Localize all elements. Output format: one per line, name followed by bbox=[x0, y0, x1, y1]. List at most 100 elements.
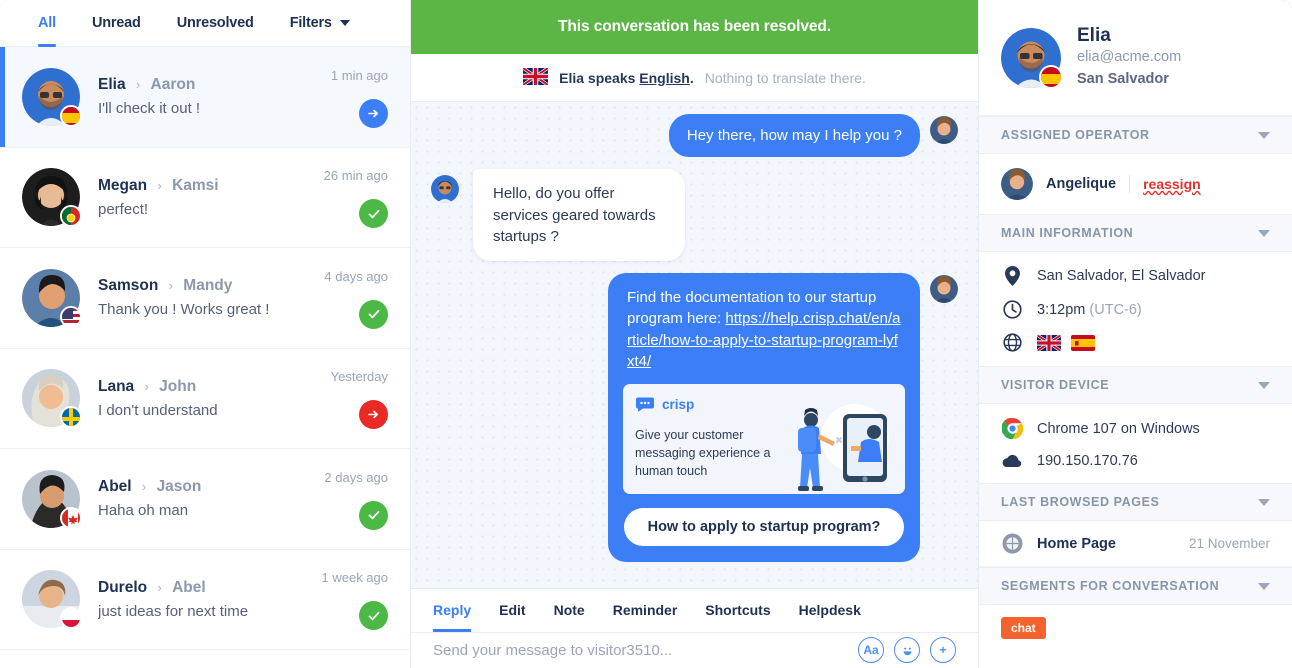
section-last-browsed-pages-title: LAST BROWSED PAGES bbox=[1001, 495, 1160, 509]
message-text: Find the documentation to our startup pr… bbox=[623, 287, 905, 372]
section-main-information[interactable]: MAIN INFORMATION bbox=[979, 214, 1292, 252]
tab-reply[interactable]: Reply bbox=[433, 588, 472, 633]
conversation-from: Durelo bbox=[98, 578, 148, 596]
conversation-time: 1 week ago bbox=[321, 570, 389, 586]
conversation-item[interactable]: Abel › Jason Haha oh man 2 days ago bbox=[0, 449, 410, 550]
link-preview-card[interactable]: crisp Give your customer messaging exper… bbox=[623, 384, 905, 495]
conversation-item[interactable]: Durelo › Abel just ideas for next time 1… bbox=[0, 549, 410, 650]
visitor-email: elia@acme.com bbox=[1077, 49, 1182, 66]
avatar bbox=[22, 369, 82, 429]
conversation-text: Megan › Kamsi perfect! bbox=[98, 177, 324, 218]
message-row-outgoing-card: Find the documentation to our startup pr… bbox=[431, 273, 958, 563]
message-composer: Aa + bbox=[411, 631, 978, 668]
status-badge-resolved[interactable] bbox=[359, 601, 388, 631]
conversation-to: Mandy bbox=[183, 277, 233, 295]
participant-separator-icon: › bbox=[135, 77, 141, 93]
conversation-time: 2 days ago bbox=[324, 469, 388, 485]
check-icon bbox=[368, 209, 379, 219]
tab-helpdesk[interactable]: Helpdesk bbox=[799, 588, 861, 632]
conversation-panel: This conversation has been resolved. Eli… bbox=[411, 0, 979, 668]
status-badge-arrow[interactable] bbox=[359, 98, 388, 128]
tab-edit[interactable]: Edit bbox=[499, 588, 525, 632]
visitor-avatar bbox=[431, 175, 459, 204]
translation-bar: Elia speaks English. Nothing to translat… bbox=[411, 54, 978, 102]
segment-tag[interactable]: chat bbox=[1001, 617, 1046, 639]
flag-se-icon bbox=[60, 406, 82, 429]
visitor-info-panel: Elia elia@acme.com San Salvador ASSIGNED… bbox=[979, 0, 1292, 668]
link-card-brand-label: crisp bbox=[662, 397, 695, 413]
status-badge-resolved[interactable] bbox=[359, 199, 388, 229]
filters-dropdown[interactable]: Filters bbox=[290, 0, 350, 47]
message-input[interactable] bbox=[433, 641, 858, 659]
tab-reminder[interactable]: Reminder bbox=[613, 588, 678, 632]
tab-reminder-label: Reminder bbox=[612, 602, 678, 619]
conversation-participants: Lana › John bbox=[98, 378, 331, 396]
conversation-text: Durelo › Abel just ideas for next time bbox=[98, 579, 322, 620]
message-thread: Hey there, how may I help you ? Hello, d… bbox=[411, 102, 978, 588]
conversation-meta: 2 days ago bbox=[324, 468, 388, 530]
conversation-time: 26 min ago bbox=[323, 168, 388, 184]
conversation-list[interactable]: Elia › Aaron I'll check it out ! 1 min a… bbox=[0, 47, 410, 668]
link-card-illustration bbox=[798, 404, 889, 492]
status-badge-unresolved[interactable] bbox=[359, 400, 388, 430]
operator-avatar bbox=[1001, 168, 1033, 200]
conversation-item[interactable]: Lana › John I don't understand Yesterday bbox=[0, 348, 410, 449]
conversation-preview: Haha oh man bbox=[98, 502, 189, 520]
flag-pl-icon bbox=[60, 607, 82, 630]
tab-note[interactable]: Note bbox=[554, 588, 585, 632]
conversation-participants: Durelo › Abel bbox=[98, 579, 322, 597]
filter-tab-all[interactable]: All bbox=[38, 0, 56, 47]
translation-prefix: Elia speaks bbox=[559, 69, 640, 86]
chevron-down-icon bbox=[1258, 582, 1270, 590]
browsed-page-left: Home Page bbox=[1001, 533, 1116, 554]
attachment-icon[interactable]: + bbox=[930, 637, 956, 664]
avatar bbox=[1001, 27, 1063, 89]
section-last-browsed-pages[interactable]: LAST BROWSED PAGES bbox=[979, 483, 1292, 521]
conversation-from: Elia bbox=[98, 76, 126, 94]
operator-avatar bbox=[930, 275, 958, 304]
reassign-link[interactable]: reassign bbox=[1143, 176, 1201, 192]
conversation-to: Aaron bbox=[150, 76, 196, 94]
flag-us-icon bbox=[60, 305, 82, 328]
conversation-from: Samson bbox=[98, 277, 159, 295]
section-main-information-title: MAIN INFORMATION bbox=[1001, 226, 1134, 240]
arrow-right-icon bbox=[368, 410, 378, 419]
status-badge-resolved[interactable] bbox=[359, 500, 388, 530]
browsed-page-row[interactable]: Home Page 21 November bbox=[979, 521, 1292, 567]
flag-ca-icon bbox=[60, 506, 82, 529]
visitor-city: San Salvador bbox=[1077, 71, 1169, 88]
conversation-from: Lana bbox=[98, 377, 135, 395]
visitor-time: 3:12pm (UTC-6) bbox=[1037, 302, 1142, 318]
section-visitor-device-title: VISITOR DEVICE bbox=[1001, 378, 1110, 392]
translation-language[interactable]: English bbox=[639, 70, 690, 86]
section-segments[interactable]: SEGMENTS FOR CONVERSATION bbox=[979, 567, 1292, 605]
chevron-down-icon bbox=[339, 20, 350, 26]
conversation-item[interactable]: Elia › Aaron I'll check it out ! 1 min a… bbox=[0, 47, 410, 148]
conversation-item[interactable]: Megan › Kamsi perfect! 26 min ago bbox=[0, 147, 410, 248]
visitor-languages bbox=[1037, 334, 1095, 351]
conversation-time: Yesterday bbox=[330, 369, 388, 385]
text-format-icon[interactable]: Aa bbox=[858, 637, 884, 664]
avatar-image bbox=[930, 116, 958, 144]
emoji-icon[interactable] bbox=[894, 637, 920, 664]
participant-separator-icon: › bbox=[141, 479, 147, 495]
filter-tab-unread[interactable]: Unread bbox=[92, 0, 141, 47]
composer-actions: Aa + bbox=[858, 637, 956, 664]
crisp-inbox-app: All Unread Unresolved Filters Elia › Aar… bbox=[0, 0, 1292, 668]
filter-tab-all-label: All bbox=[38, 15, 56, 31]
section-segments-title: SEGMENTS FOR CONVERSATION bbox=[1001, 579, 1220, 593]
info-row-ip: 190.150.170.76 bbox=[1001, 453, 1270, 469]
section-visitor-device[interactable]: VISITOR DEVICE bbox=[979, 366, 1292, 404]
cta-button[interactable]: How to apply to startup program? bbox=[623, 508, 905, 547]
section-assigned-operator-title: ASSIGNED OPERATOR bbox=[1001, 128, 1150, 142]
tab-shortcuts[interactable]: Shortcuts bbox=[705, 588, 770, 632]
status-badge-resolved[interactable] bbox=[359, 299, 388, 329]
section-assigned-operator[interactable]: ASSIGNED OPERATOR bbox=[979, 116, 1292, 154]
conversation-item[interactable]: Samson › Mandy Thank you ! Works great !… bbox=[0, 248, 410, 349]
conversation-to: Kamsi bbox=[172, 176, 219, 194]
location-pin-icon bbox=[1001, 266, 1023, 286]
filter-tab-unresolved[interactable]: Unresolved bbox=[177, 0, 254, 47]
visitor-device-body: Chrome 107 on Windows 190.150.170.76 bbox=[979, 404, 1292, 483]
divider bbox=[1129, 175, 1131, 193]
tab-helpdesk-label: Helpdesk bbox=[798, 602, 861, 619]
